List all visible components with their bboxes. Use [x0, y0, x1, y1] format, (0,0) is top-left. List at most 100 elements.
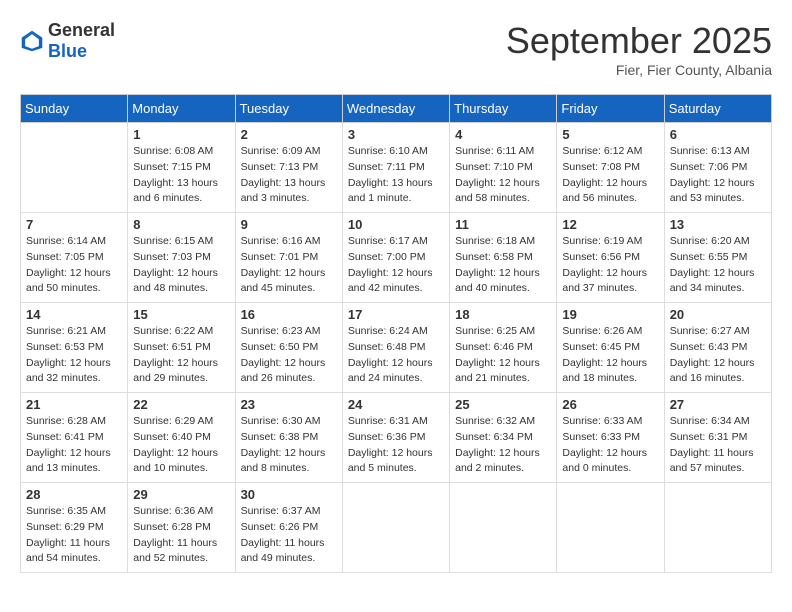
- day-info: Sunrise: 6:33 AM Sunset: 6:33 PM Dayligh…: [562, 414, 658, 477]
- calendar-cell-w5-d6: [557, 483, 664, 573]
- calendar-cell-w5-d1: 28 Sunrise: 6:35 AM Sunset: 6:29 PM Dayli…: [21, 483, 128, 573]
- calendar-cell-w2-d6: 12 Sunrise: 6:19 AM Sunset: 6:56 PM Dayli…: [557, 213, 664, 303]
- calendar-cell-w4-d4: 24 Sunrise: 6:31 AM Sunset: 6:36 PM Dayli…: [342, 393, 449, 483]
- day-info: Sunrise: 6:10 AM Sunset: 7:11 PM Dayligh…: [348, 144, 444, 207]
- calendar-cell-w2-d2: 8Sunrise: 6:15 AM Sunset: 7:03 PM Daylig…: [128, 213, 235, 303]
- day-info: Sunrise: 6:24 AM Sunset: 6:48 PM Dayligh…: [348, 324, 444, 387]
- day-info: Sunrise: 6:19 AM Sunset: 6:56 PM Dayligh…: [562, 234, 658, 297]
- calendar-header-row: Sunday Monday Tuesday Wednesday Thursday…: [21, 95, 772, 123]
- month-title: September 2025: [506, 20, 772, 62]
- col-thursday: Thursday: [450, 95, 557, 123]
- day-number: 14: [26, 307, 122, 322]
- day-number: 9: [241, 217, 337, 232]
- day-number: 28: [26, 487, 122, 502]
- day-number: 18: [455, 307, 551, 322]
- calendar-week-row-2: 7 Sunrise: 6:14 AM Sunset: 7:05 PM Daylig…: [21, 213, 772, 303]
- day-number: 6: [670, 127, 766, 142]
- day-number: 16: [241, 307, 337, 322]
- day-number: 11: [455, 217, 551, 232]
- calendar-cell-w5-d4: [342, 483, 449, 573]
- day-number: 26: [562, 397, 658, 412]
- day-number: 22: [133, 397, 229, 412]
- day-info: Sunrise: 6:11 AM Sunset: 7:10 PM Dayligh…: [455, 144, 551, 207]
- day-number: 24: [348, 397, 444, 412]
- calendar-cell-w4-d3: 23Sunrise: 6:30 AM Sunset: 6:38 PM Dayli…: [235, 393, 342, 483]
- calendar-cell-w5-d7: [664, 483, 771, 573]
- day-info: Sunrise: 6:29 AM Sunset: 6:40 PM Dayligh…: [133, 414, 229, 477]
- day-number: 12: [562, 217, 658, 232]
- logo-blue: Blue: [48, 41, 87, 61]
- day-info: Sunrise: 6:25 AM Sunset: 6:46 PM Dayligh…: [455, 324, 551, 387]
- day-number: 15: [133, 307, 229, 322]
- day-info: Sunrise: 6:35 AM Sunset: 6:29 PM Dayligh…: [26, 504, 122, 567]
- day-info: Sunrise: 6:15 AM Sunset: 7:03 PM Dayligh…: [133, 234, 229, 297]
- day-info: Sunrise: 6:21 AM Sunset: 6:53 PM Dayligh…: [26, 324, 122, 387]
- calendar-cell-w3-d6: 19 Sunrise: 6:26 AM Sunset: 6:45 PM Dayli…: [557, 303, 664, 393]
- day-number: 7: [26, 217, 122, 232]
- day-number: 19: [562, 307, 658, 322]
- calendar-week-row-1: 1 Sunrise: 6:08 AM Sunset: 7:15 PM Daylig…: [21, 123, 772, 213]
- day-number: 30: [241, 487, 337, 502]
- calendar-week-row-3: 14 Sunrise: 6:21 AM Sunset: 6:53 PM Dayli…: [21, 303, 772, 393]
- day-number: 25: [455, 397, 551, 412]
- day-number: 23: [241, 397, 337, 412]
- day-number: 21: [26, 397, 122, 412]
- calendar-cell-w4-d2: 22 Sunrise: 6:29 AM Sunset: 6:40 PM Dayli…: [128, 393, 235, 483]
- calendar-cell-w3-d7: 20 Sunrise: 6:27 AM Sunset: 6:43 PM Dayli…: [664, 303, 771, 393]
- calendar-cell-w3-d1: 14 Sunrise: 6:21 AM Sunset: 6:53 PM Dayli…: [21, 303, 128, 393]
- calendar-cell-w5-d2: 29 Sunrise: 6:36 AM Sunset: 6:28 PM Dayli…: [128, 483, 235, 573]
- calendar-cell-w4-d1: 21 Sunrise: 6:28 AM Sunset: 6:41 PM Dayli…: [21, 393, 128, 483]
- day-info: Sunrise: 6:28 AM Sunset: 6:41 PM Dayligh…: [26, 414, 122, 477]
- day-info: Sunrise: 6:09 AM Sunset: 7:13 PM Dayligh…: [241, 144, 337, 207]
- day-info: Sunrise: 6:22 AM Sunset: 6:51 PM Dayligh…: [133, 324, 229, 387]
- logo-text: General Blue: [48, 20, 115, 62]
- day-info: Sunrise: 6:26 AM Sunset: 6:45 PM Dayligh…: [562, 324, 658, 387]
- logo: General Blue: [20, 20, 115, 62]
- day-number: 3: [348, 127, 444, 142]
- day-number: 20: [670, 307, 766, 322]
- day-number: 1: [133, 127, 229, 142]
- day-number: 2: [241, 127, 337, 142]
- day-info: Sunrise: 6:08 AM Sunset: 7:15 PM Dayligh…: [133, 144, 229, 207]
- day-info: Sunrise: 6:16 AM Sunset: 7:01 PM Dayligh…: [241, 234, 337, 297]
- day-info: Sunrise: 6:37 AM Sunset: 6:26 PM Dayligh…: [241, 504, 337, 567]
- location-subtitle: Fier, Fier County, Albania: [506, 62, 772, 78]
- calendar-cell-w5-d5: [450, 483, 557, 573]
- calendar-cell-w3-d5: 18 Sunrise: 6:25 AM Sunset: 6:46 PM Dayli…: [450, 303, 557, 393]
- calendar-cell-w2-d4: 10Sunrise: 6:17 AM Sunset: 7:00 PM Dayli…: [342, 213, 449, 303]
- day-info: Sunrise: 6:31 AM Sunset: 6:36 PM Dayligh…: [348, 414, 444, 477]
- calendar-table: Sunday Monday Tuesday Wednesday Thursday…: [20, 94, 772, 573]
- calendar-cell-w3-d4: 17 Sunrise: 6:24 AM Sunset: 6:48 PM Dayli…: [342, 303, 449, 393]
- day-number: 4: [455, 127, 551, 142]
- calendar-cell-w1-d4: 3 Sunrise: 6:10 AM Sunset: 7:11 PM Daylig…: [342, 123, 449, 213]
- calendar-week-row-4: 21 Sunrise: 6:28 AM Sunset: 6:41 PM Dayli…: [21, 393, 772, 483]
- logo-general: General: [48, 20, 115, 40]
- calendar-cell-w2-d3: 9 Sunrise: 6:16 AM Sunset: 7:01 PM Daylig…: [235, 213, 342, 303]
- calendar-cell-w1-d5: 4 Sunrise: 6:11 AM Sunset: 7:10 PM Daylig…: [450, 123, 557, 213]
- calendar-cell-w2-d7: 13Sunrise: 6:20 AM Sunset: 6:55 PM Dayli…: [664, 213, 771, 303]
- calendar-cell-w1-d3: 2 Sunrise: 6:09 AM Sunset: 7:13 PM Daylig…: [235, 123, 342, 213]
- calendar-cell-w1-d7: 6 Sunrise: 6:13 AM Sunset: 7:06 PM Daylig…: [664, 123, 771, 213]
- day-number: 27: [670, 397, 766, 412]
- day-number: 29: [133, 487, 229, 502]
- day-number: 17: [348, 307, 444, 322]
- day-number: 10: [348, 217, 444, 232]
- title-block: September 2025 Fier, Fier County, Albani…: [506, 20, 772, 78]
- col-monday: Monday: [128, 95, 235, 123]
- day-info: Sunrise: 6:13 AM Sunset: 7:06 PM Dayligh…: [670, 144, 766, 207]
- col-friday: Friday: [557, 95, 664, 123]
- day-info: Sunrise: 6:12 AM Sunset: 7:08 PM Dayligh…: [562, 144, 658, 207]
- calendar-cell-w2-d5: 11 Sunrise: 6:18 AM Sunset: 6:58 PM Dayli…: [450, 213, 557, 303]
- day-info: Sunrise: 6:20 AM Sunset: 6:55 PM Dayligh…: [670, 234, 766, 297]
- day-info: Sunrise: 6:27 AM Sunset: 6:43 PM Dayligh…: [670, 324, 766, 387]
- col-wednesday: Wednesday: [342, 95, 449, 123]
- calendar-cell-w4-d6: 26 Sunrise: 6:33 AM Sunset: 6:33 PM Dayli…: [557, 393, 664, 483]
- day-info: Sunrise: 6:14 AM Sunset: 7:05 PM Dayligh…: [26, 234, 122, 297]
- calendar-cell-w1-d1: [21, 123, 128, 213]
- day-info: Sunrise: 6:18 AM Sunset: 6:58 PM Dayligh…: [455, 234, 551, 297]
- day-info: Sunrise: 6:36 AM Sunset: 6:28 PM Dayligh…: [133, 504, 229, 567]
- calendar-cell-w2-d1: 7 Sunrise: 6:14 AM Sunset: 7:05 PM Daylig…: [21, 213, 128, 303]
- day-number: 5: [562, 127, 658, 142]
- calendar-cell-w3-d3: 16Sunrise: 6:23 AM Sunset: 6:50 PM Dayli…: [235, 303, 342, 393]
- col-saturday: Saturday: [664, 95, 771, 123]
